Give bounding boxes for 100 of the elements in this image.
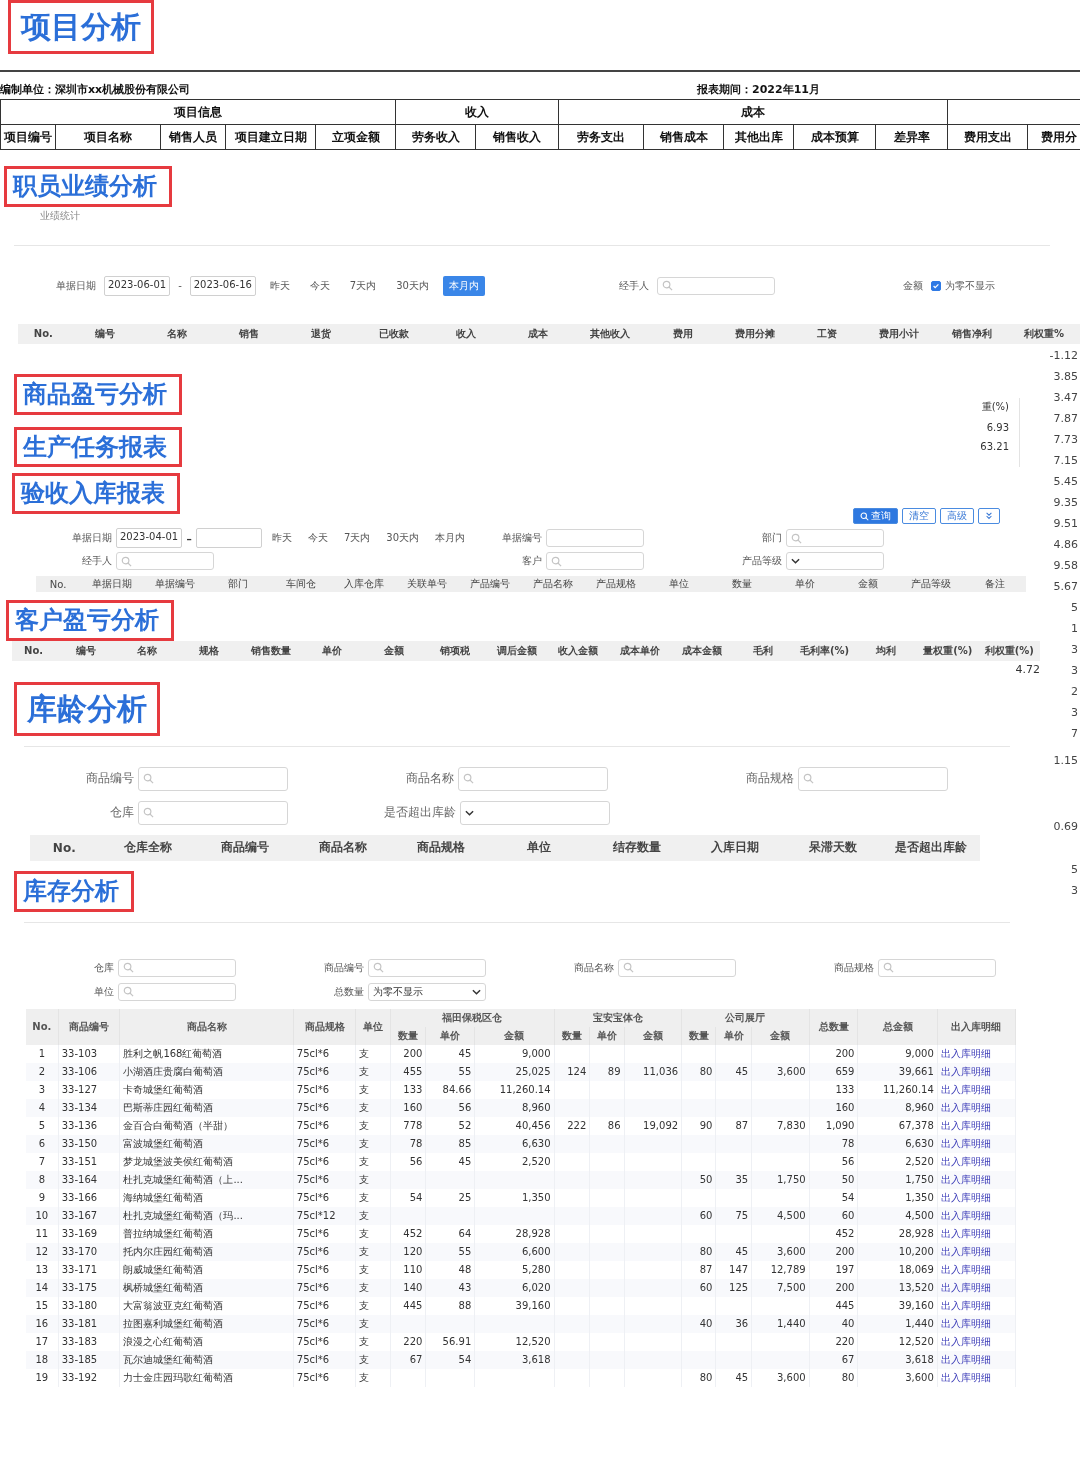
column-header: 项目编号 [0, 124, 56, 150]
table-cell: 3 [1071, 883, 1078, 897]
table-cell: 支 [355, 1296, 391, 1315]
column-header: 金额 [857, 577, 880, 592]
table-cell: 小湖酒庄贵腐白葡萄酒 [119, 1062, 294, 1081]
date-range-tab[interactable]: 今天 [303, 275, 336, 296]
detail-link[interactable]: 出入库明细 [940, 1047, 991, 1059]
column-header: 入库日期 [710, 839, 761, 857]
date-range-tab[interactable]: 7天内 [337, 528, 377, 549]
checkbox[interactable] [930, 280, 941, 291]
column-header: 利权重% [1022, 326, 1065, 341]
search-field[interactable] [118, 958, 236, 977]
table-cell: 7,830 [751, 1116, 810, 1135]
date-range-tab[interactable]: 30天内 [380, 528, 425, 549]
column-header: 产品等级 [910, 577, 953, 592]
column-header: 销售数量 [249, 644, 292, 658]
table-cell: 40,456 [474, 1116, 555, 1135]
field-label: 总数量 [333, 984, 364, 999]
column-header: 毛利 [752, 644, 775, 658]
table-cell: 8,960 [857, 1098, 938, 1117]
table-cell: 15 [26, 1296, 59, 1315]
column-header: 毛利率(%) [799, 644, 851, 658]
search-field[interactable] [116, 552, 214, 571]
table-cell: 160 [809, 1098, 858, 1117]
table-cell: 75cl*6 [293, 1296, 356, 1315]
date-range-tab[interactable]: 30天内 [390, 275, 435, 296]
date-field[interactable]: 2023-06-01 [104, 275, 171, 296]
table-cell: 1,440 [751, 1314, 810, 1333]
table-cell: 梦龙城堡波美侯红葡萄酒 [119, 1152, 294, 1171]
column-header: 入库仓库 [342, 577, 385, 592]
table-cell: 75cl*6 [293, 1260, 356, 1279]
table-cell: 33-127 [58, 1080, 120, 1099]
table-cell: 200 [390, 1044, 426, 1063]
date-range-tab[interactable]: 昨天 [263, 275, 296, 296]
date-range-tab[interactable]: 7天内 [343, 275, 383, 296]
column-header: 费用 [671, 326, 694, 341]
select-field[interactable] [460, 801, 610, 825]
table-cell: 778 [390, 1116, 426, 1135]
date-field[interactable]: 2023-04-01 [116, 528, 183, 549]
search-field[interactable] [546, 552, 644, 571]
column-header: 规格 [198, 644, 220, 658]
select-field[interactable]: 为零不显示 [368, 982, 486, 1001]
table-cell: -1.12 [1049, 348, 1078, 362]
detail-link[interactable]: 出入库明细 [940, 1299, 991, 1311]
detail-link[interactable]: 出入库明细 [940, 1191, 991, 1203]
field-label: 是否超出库龄 [384, 804, 456, 822]
detail-link[interactable]: 出入库明细 [940, 1371, 991, 1383]
table-cell: 56 [390, 1152, 426, 1171]
expand-button[interactable] [978, 508, 1000, 525]
table-cell: 60 [681, 1278, 716, 1297]
column-header: 其他出库 [723, 124, 794, 150]
table-cell: 杜扎克城堡红葡萄酒（玛... [119, 1206, 294, 1225]
field-label: 商品规格 [834, 960, 874, 975]
table-cell: 16 [26, 1314, 59, 1333]
search-field[interactable] [138, 801, 288, 825]
section-title: 验收入库报表 [12, 473, 180, 515]
table-cell: 18,069 [857, 1260, 938, 1279]
detail-link[interactable]: 出入库明细 [940, 1119, 991, 1131]
search-field[interactable] [118, 982, 236, 1001]
toolbar-button[interactable]: 高级 [940, 508, 974, 525]
date-range-tab[interactable]: 今天 [301, 528, 334, 549]
date-field[interactable] [195, 528, 262, 549]
detail-link[interactable]: 出入库明细 [940, 1335, 991, 1347]
section-title: 库龄分析 [14, 682, 160, 736]
table-cell: 0.69 [1053, 819, 1078, 833]
query-button[interactable]: 查询 [853, 508, 898, 525]
search-field[interactable] [656, 276, 775, 295]
table-cell: 33-150 [58, 1134, 120, 1153]
detail-link[interactable]: 出入库明细 [940, 1227, 991, 1239]
table-cell: 1 [26, 1044, 59, 1063]
date-range-tab[interactable]: 昨天 [265, 528, 298, 549]
search-icon [791, 532, 802, 544]
search-field[interactable] [798, 767, 948, 791]
search-field[interactable] [878, 958, 996, 977]
column-header: 已收款 [377, 326, 410, 341]
table-cell: 支 [355, 1260, 391, 1279]
search-field[interactable] [458, 767, 608, 791]
table-cell: 3.85 [1053, 369, 1078, 383]
detail-link[interactable]: 出入库明细 [940, 1263, 991, 1275]
table-cell: 支 [355, 1134, 391, 1153]
table-cell: 78 [809, 1134, 858, 1153]
date-field[interactable]: 2023-06-16 [189, 275, 256, 296]
column-header: 重(%) [980, 399, 1009, 414]
table-cell: 75cl*6 [293, 1224, 356, 1243]
search-field[interactable] [786, 529, 884, 548]
table-cell: 33-171 [58, 1260, 120, 1279]
search-field[interactable] [618, 958, 736, 977]
select-field[interactable] [786, 552, 884, 571]
table-cell: 39,661 [857, 1062, 938, 1081]
date-range-tab[interactable]: 本月内 [429, 528, 471, 549]
input-field[interactable] [546, 529, 644, 548]
table-cell: 巴斯蒂庄园红葡萄酒 [119, 1098, 294, 1117]
table-cell: 5 [1071, 862, 1078, 876]
detail-link[interactable]: 出入库明细 [940, 1083, 991, 1095]
date-range-tab[interactable]: 本月内 [442, 275, 485, 296]
detail-link[interactable]: 出入库明细 [940, 1155, 991, 1167]
toolbar-button[interactable]: 清空 [902, 508, 936, 525]
table-cell: 7 [26, 1152, 59, 1171]
search-field[interactable] [368, 958, 486, 977]
search-field[interactable] [138, 767, 288, 791]
